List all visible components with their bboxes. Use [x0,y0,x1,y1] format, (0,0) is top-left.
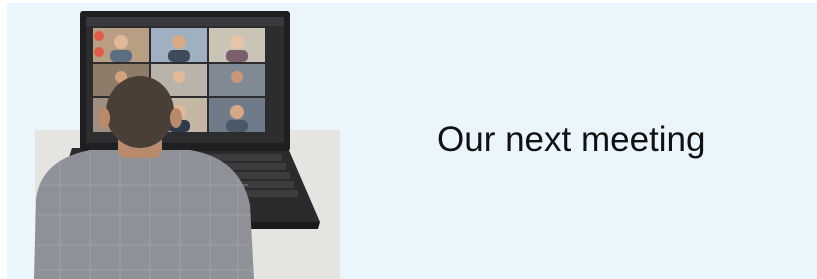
head [106,76,174,148]
ear [170,108,182,128]
call-control-icon [94,47,104,57]
call-control-icon [94,31,104,41]
ear [98,108,110,128]
caption-text: Our next meeting [437,120,706,159]
banner: Our next meeting [0,0,817,279]
call-top-bar [86,17,284,26]
